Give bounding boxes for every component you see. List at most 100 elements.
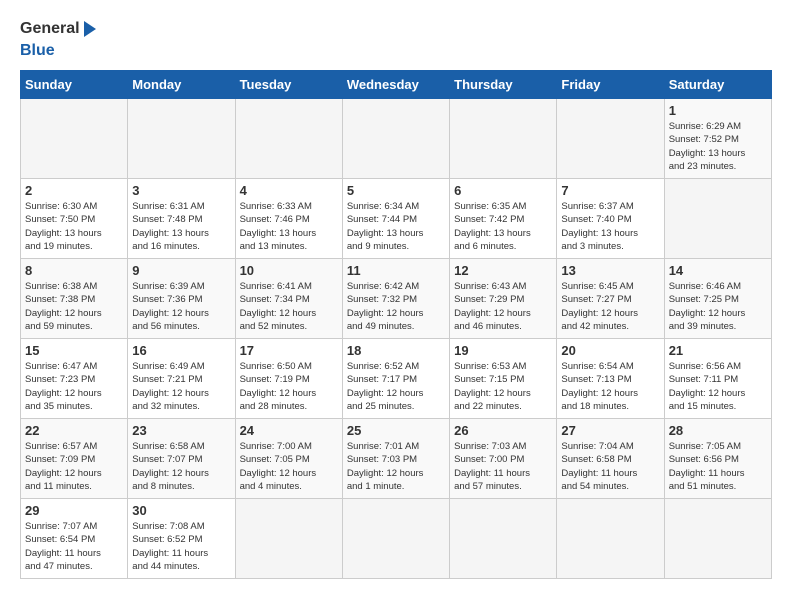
day-cell: 15 Sunrise: 6:47 AM Sunset: 7:23 PM Dayli… [21,339,128,419]
day-number: 15 [25,343,123,358]
day-cell: 30Sunrise: 7:08 AM Sunset: 6:52 PM Dayli… [128,499,235,579]
day-number: 2 [25,183,123,198]
col-header-friday: Friday [557,71,664,99]
day-number: 24 [240,423,338,438]
day-cell: 1 Sunrise: 6:29 AM Sunset: 7:52 PM Daylig… [664,99,771,179]
week-row-6: 29Sunrise: 7:07 AM Sunset: 6:54 PM Dayli… [21,499,772,579]
day-cell: 10 Sunrise: 6:41 AM Sunset: 7:34 PM Dayli… [235,259,342,339]
day-number: 21 [669,343,767,358]
day-cell [664,179,771,259]
day-info: Sunrise: 7:00 AM Sunset: 7:05 PM Dayligh… [240,440,338,493]
day-number: 5 [347,183,445,198]
logo-wrap: General [20,20,96,38]
day-info: Sunrise: 7:07 AM Sunset: 6:54 PM Dayligh… [25,520,123,573]
day-info: Sunrise: 6:46 AM Sunset: 7:25 PM Dayligh… [669,280,767,333]
day-number: 11 [347,263,445,278]
day-cell: 14Sunrise: 6:46 AM Sunset: 7:25 PM Dayli… [664,259,771,339]
day-cell: 21 Sunrise: 6:56 AM Sunset: 7:11 PM Dayli… [664,339,771,419]
day-info: Sunrise: 6:45 AM Sunset: 7:27 PM Dayligh… [561,280,659,333]
day-cell: 2 Sunrise: 6:30 AM Sunset: 7:50 PM Daylig… [21,179,128,259]
day-number: 8 [25,263,123,278]
day-number: 27 [561,423,659,438]
day-info: Sunrise: 6:57 AM Sunset: 7:09 PM Dayligh… [25,440,123,493]
day-number: 23 [132,423,230,438]
day-number: 19 [454,343,552,358]
day-info: Sunrise: 6:43 AM Sunset: 7:29 PM Dayligh… [454,280,552,333]
day-info: Sunrise: 6:42 AM Sunset: 7:32 PM Dayligh… [347,280,445,333]
day-info: Sunrise: 6:56 AM Sunset: 7:11 PM Dayligh… [669,360,767,413]
day-info: Sunrise: 6:34 AM Sunset: 7:44 PM Dayligh… [347,200,445,253]
day-number: 10 [240,263,338,278]
day-cell [557,99,664,179]
day-cell: 26 Sunrise: 7:03 AM Sunset: 7:00 PM Dayli… [450,419,557,499]
day-info: Sunrise: 6:37 AM Sunset: 7:40 PM Dayligh… [561,200,659,253]
day-number: 28 [669,423,767,438]
day-cell: 17Sunrise: 6:50 AM Sunset: 7:19 PM Dayli… [235,339,342,419]
col-header-wednesday: Wednesday [342,71,449,99]
day-info: Sunrise: 6:29 AM Sunset: 7:52 PM Dayligh… [669,120,767,173]
day-cell: 24 Sunrise: 7:00 AM Sunset: 7:05 PM Dayli… [235,419,342,499]
day-cell: 18Sunrise: 6:52 AM Sunset: 7:17 PM Dayli… [342,339,449,419]
day-cell: 25 Sunrise: 7:01 AM Sunset: 7:03 PM Dayli… [342,419,449,499]
day-info: Sunrise: 6:58 AM Sunset: 7:07 PM Dayligh… [132,440,230,493]
day-cell: 19 Sunrise: 6:53 AM Sunset: 7:15 PM Dayli… [450,339,557,419]
day-cell: 5 Sunrise: 6:34 AM Sunset: 7:44 PM Daylig… [342,179,449,259]
day-cell: 9 Sunrise: 6:39 AM Sunset: 7:36 PM Daylig… [128,259,235,339]
day-info: Sunrise: 6:35 AM Sunset: 7:42 PM Dayligh… [454,200,552,253]
day-info: Sunrise: 6:49 AM Sunset: 7:21 PM Dayligh… [132,360,230,413]
day-info: Sunrise: 7:01 AM Sunset: 7:03 PM Dayligh… [347,440,445,493]
week-row-2: 2 Sunrise: 6:30 AM Sunset: 7:50 PM Daylig… [21,179,772,259]
day-cell: 11 Sunrise: 6:42 AM Sunset: 7:32 PM Dayli… [342,259,449,339]
logo-arrow-icon [84,21,96,37]
day-cell: 6Sunrise: 6:35 AM Sunset: 7:42 PM Daylig… [450,179,557,259]
day-cell [342,499,449,579]
day-number: 4 [240,183,338,198]
day-number: 13 [561,263,659,278]
day-info: Sunrise: 6:38 AM Sunset: 7:38 PM Dayligh… [25,280,123,333]
day-number: 22 [25,423,123,438]
day-info: Sunrise: 7:03 AM Sunset: 7:00 PM Dayligh… [454,440,552,493]
day-number: 12 [454,263,552,278]
day-number: 1 [669,103,767,118]
day-info: Sunrise: 6:33 AM Sunset: 7:46 PM Dayligh… [240,200,338,253]
day-info: Sunrise: 7:05 AM Sunset: 6:56 PM Dayligh… [669,440,767,493]
week-row-5: 22 Sunrise: 6:57 AM Sunset: 7:09 PM Dayli… [21,419,772,499]
day-cell: 23 Sunrise: 6:58 AM Sunset: 7:07 PM Dayli… [128,419,235,499]
day-info: Sunrise: 6:39 AM Sunset: 7:36 PM Dayligh… [132,280,230,333]
week-row-1: 1 Sunrise: 6:29 AM Sunset: 7:52 PM Daylig… [21,99,772,179]
day-info: Sunrise: 6:53 AM Sunset: 7:15 PM Dayligh… [454,360,552,413]
day-info: Sunrise: 6:31 AM Sunset: 7:48 PM Dayligh… [132,200,230,253]
day-info: Sunrise: 6:47 AM Sunset: 7:23 PM Dayligh… [25,360,123,413]
day-cell: 29Sunrise: 7:07 AM Sunset: 6:54 PM Dayli… [21,499,128,579]
day-info: Sunrise: 6:30 AM Sunset: 7:50 PM Dayligh… [25,200,123,253]
day-cell: 16 Sunrise: 6:49 AM Sunset: 7:21 PM Dayli… [128,339,235,419]
col-header-monday: Monday [128,71,235,99]
day-cell: 22 Sunrise: 6:57 AM Sunset: 7:09 PM Dayli… [21,419,128,499]
day-cell [235,99,342,179]
day-number: 26 [454,423,552,438]
col-header-sunday: Sunday [21,71,128,99]
header-row: SundayMondayTuesdayWednesdayThursdayFrid… [21,71,772,99]
week-row-4: 15 Sunrise: 6:47 AM Sunset: 7:23 PM Dayli… [21,339,772,419]
day-info: Sunrise: 6:41 AM Sunset: 7:34 PM Dayligh… [240,280,338,333]
day-cell [450,499,557,579]
logo: General Blue [20,20,96,60]
day-number: 16 [132,343,230,358]
day-cell [21,99,128,179]
day-number: 30 [132,503,230,518]
day-cell: 8 Sunrise: 6:38 AM Sunset: 7:38 PM Daylig… [21,259,128,339]
day-number: 17 [240,343,338,358]
day-cell [557,499,664,579]
day-number: 25 [347,423,445,438]
day-cell: 3 Sunrise: 6:31 AM Sunset: 7:48 PM Daylig… [128,179,235,259]
day-number: 20 [561,343,659,358]
calendar-table: SundayMondayTuesdayWednesdayThursdayFrid… [20,70,772,579]
day-number: 3 [132,183,230,198]
day-info: Sunrise: 6:54 AM Sunset: 7:13 PM Dayligh… [561,360,659,413]
day-cell: 13 Sunrise: 6:45 AM Sunset: 7:27 PM Dayli… [557,259,664,339]
day-cell: 28 Sunrise: 7:05 AM Sunset: 6:56 PM Dayli… [664,419,771,499]
col-header-thursday: Thursday [450,71,557,99]
day-number: 9 [132,263,230,278]
day-cell [664,499,771,579]
day-cell [128,99,235,179]
